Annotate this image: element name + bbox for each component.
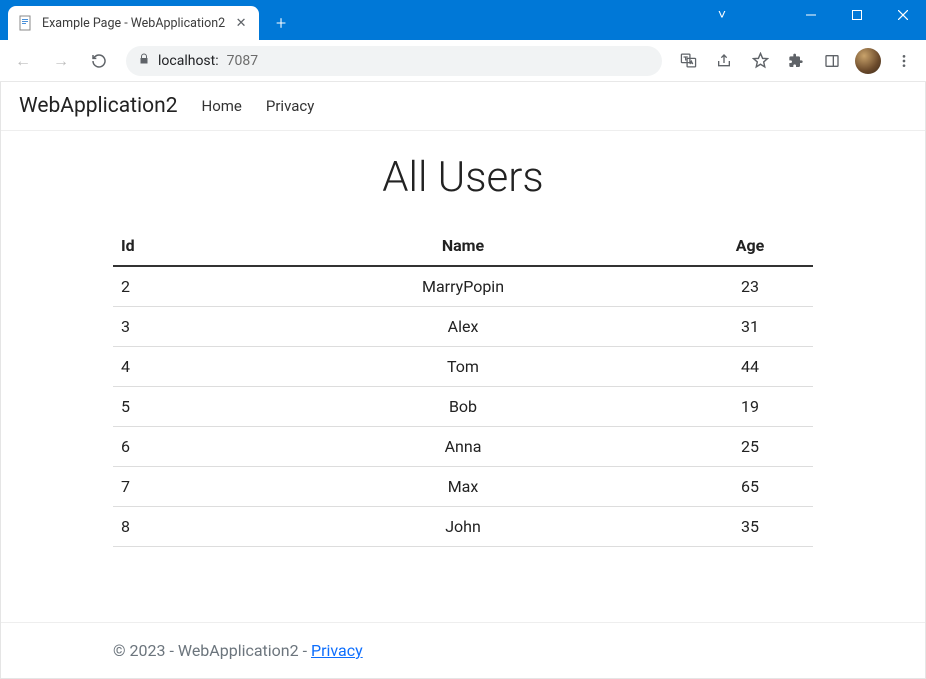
cell-age: 23 bbox=[687, 266, 813, 307]
url-port: 7087 bbox=[227, 53, 258, 69]
extensions-icon[interactable] bbox=[780, 45, 812, 77]
cell-age: 44 bbox=[687, 347, 813, 387]
sidepanel-icon[interactable] bbox=[816, 45, 848, 77]
tabs-chevron-down-icon[interactable]: ˅ bbox=[718, 6, 726, 23]
brand[interactable]: WebApplication2 bbox=[19, 94, 178, 118]
cell-age: 31 bbox=[687, 307, 813, 347]
page-favicon-icon bbox=[18, 15, 34, 31]
cell-id: 4 bbox=[113, 347, 239, 387]
browser-tab[interactable]: Example Page - WebApplication2 ✕ bbox=[8, 6, 259, 40]
nav-home[interactable]: Home bbox=[202, 97, 242, 115]
cell-name: Tom bbox=[239, 347, 687, 387]
site-navbar: WebApplication2 Home Privacy bbox=[1, 82, 925, 131]
back-button[interactable]: ← bbox=[6, 44, 40, 78]
cell-name: Alex bbox=[239, 307, 687, 347]
table-row: 2MarryPopin23 bbox=[113, 266, 813, 307]
table-header-row: Id Name Age bbox=[113, 226, 813, 266]
window-minimize-button[interactable] bbox=[788, 0, 834, 30]
col-age: Age bbox=[687, 226, 813, 266]
col-id: Id bbox=[113, 226, 239, 266]
cell-id: 5 bbox=[113, 387, 239, 427]
tab-title: Example Page - WebApplication2 bbox=[42, 16, 225, 31]
page-viewport: WebApplication2 Home Privacy All Users I… bbox=[0, 82, 926, 679]
cell-id: 6 bbox=[113, 427, 239, 467]
cell-age: 35 bbox=[687, 507, 813, 547]
table-row: 6Anna25 bbox=[113, 427, 813, 467]
cell-name: Bob bbox=[239, 387, 687, 427]
browser-titlebar: Example Page - WebApplication2 ✕ + ˅ bbox=[0, 0, 926, 40]
cell-name: Anna bbox=[239, 427, 687, 467]
cell-id: 2 bbox=[113, 266, 239, 307]
url-host: localhost: bbox=[158, 53, 219, 69]
site-footer: © 2023 - WebApplication2 - Privacy bbox=[1, 622, 925, 678]
reload-button[interactable] bbox=[82, 44, 116, 78]
new-tab-button[interactable]: + bbox=[267, 9, 295, 37]
cell-id: 8 bbox=[113, 507, 239, 547]
cell-age: 25 bbox=[687, 427, 813, 467]
cell-name: John bbox=[239, 507, 687, 547]
cell-id: 7 bbox=[113, 467, 239, 507]
cell-name: MarryPopin bbox=[239, 266, 687, 307]
profile-avatar[interactable] bbox=[852, 45, 884, 77]
window-maximize-button[interactable] bbox=[834, 0, 880, 30]
browser-toolbar: ← → localhost: 7087 bbox=[0, 40, 926, 82]
table-row: 7Max65 bbox=[113, 467, 813, 507]
window-close-button[interactable] bbox=[880, 0, 926, 30]
share-icon[interactable] bbox=[708, 45, 740, 77]
col-name: Name bbox=[239, 226, 687, 266]
page-title: All Users bbox=[1, 153, 925, 202]
tab-close-icon[interactable]: ✕ bbox=[233, 16, 249, 31]
lock-icon bbox=[138, 53, 150, 68]
cell-id: 3 bbox=[113, 307, 239, 347]
cell-age: 65 bbox=[687, 467, 813, 507]
main-content: All Users Id Name Age 2MarryPopin23 3Ale… bbox=[1, 131, 925, 622]
table-row: 4Tom44 bbox=[113, 347, 813, 387]
table-row: 8John35 bbox=[113, 507, 813, 547]
cell-age: 19 bbox=[687, 387, 813, 427]
menu-kebab-icon[interactable] bbox=[888, 45, 920, 77]
address-bar[interactable]: localhost: 7087 bbox=[126, 46, 662, 76]
footer-text: © 2023 - WebApplication2 - bbox=[113, 641, 311, 660]
avatar-icon bbox=[855, 48, 881, 74]
window-controls bbox=[788, 0, 926, 30]
translate-icon[interactable] bbox=[672, 45, 704, 77]
users-table: Id Name Age 2MarryPopin23 3Alex31 4Tom44… bbox=[113, 226, 813, 547]
forward-button[interactable]: → bbox=[44, 44, 78, 78]
table-row: 3Alex31 bbox=[113, 307, 813, 347]
nav-privacy[interactable]: Privacy bbox=[266, 97, 314, 115]
bookmark-star-icon[interactable] bbox=[744, 45, 776, 77]
cell-name: Max bbox=[239, 467, 687, 507]
footer-privacy-link[interactable]: Privacy bbox=[311, 641, 363, 660]
table-row: 5Bob19 bbox=[113, 387, 813, 427]
